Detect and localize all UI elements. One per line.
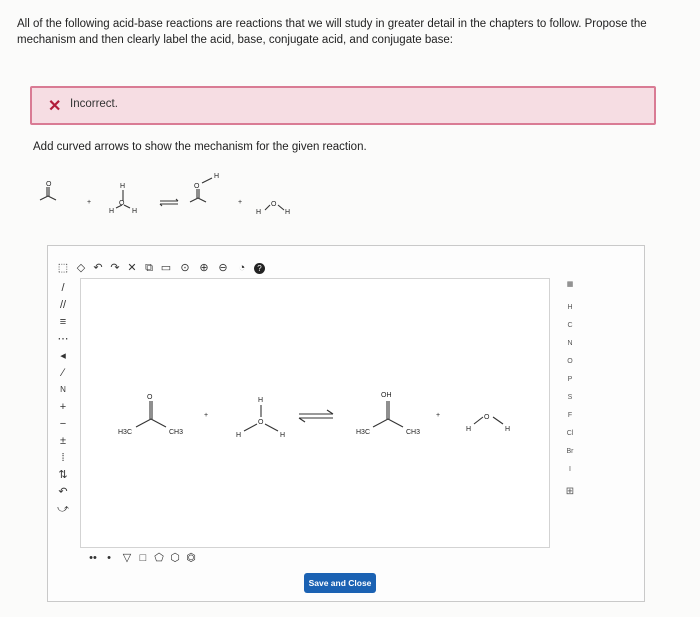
zoom-out-icon[interactable]: ⊖ (216, 262, 230, 274)
lone-pair-tool[interactable]: ⁞ (56, 452, 70, 464)
hydrogen-label[interactable]: H (280, 432, 285, 439)
radical-icon[interactable]: • (102, 552, 116, 564)
select-tool[interactable]: ⬚ (56, 262, 70, 274)
hydrogen-label: H (256, 209, 261, 216)
oxygen-label: O (119, 200, 125, 207)
oxygen-label[interactable]: O (147, 394, 153, 401)
benzene-icon[interactable]: ⏣ (184, 552, 198, 564)
add-element-icon[interactable]: ⊞ (562, 486, 578, 497)
element-c[interactable]: C (562, 322, 578, 329)
result-status: Incorrect. (70, 98, 118, 110)
hydrogen-label[interactable]: H (236, 432, 241, 439)
double-bond-tool[interactable]: // (56, 299, 70, 311)
element-s[interactable]: S (562, 394, 578, 401)
question-instructions: All of the following acid-base reactions… (17, 18, 647, 46)
hydrogen-label[interactable]: H (258, 397, 263, 404)
paste-icon[interactable]: ▭ (159, 262, 173, 274)
bottom-toolbar: •• • ▽ □ ⬠ ⬡ ⏣ (86, 552, 226, 566)
curved-arrow-double-tool[interactable]: ⤻ (56, 503, 70, 515)
element-i[interactable]: I (562, 466, 578, 473)
plus-sign: + (204, 412, 208, 419)
methyl-label[interactable]: CH3 (406, 429, 420, 436)
left-toolbar: / // ≡ ⋯ ◂ ∕ N + − ± ⁞ ⇅ ↶ ⤻ (56, 282, 72, 542)
close-icon: ✕ (48, 98, 62, 115)
cyclobutane-icon[interactable]: □ (136, 552, 150, 564)
chain-tool[interactable]: ∕ (56, 367, 70, 379)
clear-icon[interactable]: ✕ (125, 262, 139, 274)
erase-tool[interactable]: ◇ (74, 262, 88, 274)
element-n[interactable]: N (562, 340, 578, 347)
element-br[interactable]: Br (562, 448, 578, 455)
drawing-canvas[interactable]: H3C CH3 O + H O H H OH H3C CH3 + H O H (80, 278, 550, 548)
redo-icon[interactable]: ↷ (108, 262, 122, 274)
element-p[interactable]: P (562, 376, 578, 383)
single-bond-tool[interactable]: / (56, 282, 70, 294)
wedge-bond-tool[interactable]: ◂ (56, 350, 70, 362)
oxygen-label[interactable]: O (484, 414, 490, 421)
copy-icon[interactable]: ⧉ (142, 262, 156, 274)
save-and-close-button[interactable]: Save and Close (304, 573, 376, 593)
plus-sign: + (238, 199, 242, 206)
electron-arrow-tool[interactable]: ⇅ (56, 469, 70, 481)
hydrogen-label: H (132, 208, 137, 215)
oxygen-label[interactable]: O (258, 419, 264, 426)
zoom-fit-icon[interactable]: ⊙ (178, 262, 192, 274)
methyl-label[interactable]: CH3 (169, 429, 183, 436)
dash-bond-tool[interactable]: ⋯ (56, 333, 70, 345)
methyl-label[interactable]: H3C (356, 429, 370, 436)
lone-pair-icon[interactable]: •• (86, 552, 100, 564)
hydrogen-label: H (285, 209, 290, 216)
curved-arrow-single-tool[interactable]: ↶ (56, 486, 70, 498)
oxygen-label: O (194, 183, 200, 190)
hydrogen-label[interactable]: H (505, 426, 510, 433)
question-prompt: Add curved arrows to show the mechanism … (33, 141, 367, 153)
charge-n-tool[interactable]: N (56, 384, 70, 396)
zoom-in-icon[interactable]: ⊕ (197, 262, 211, 274)
top-toolbar: ⬚ ◇ ↶ ↷ ✕ ⧉ ▭ ⊙ ⊕ ⊖ ◔ ? (54, 262, 304, 278)
minus-charge-tool[interactable]: − (56, 418, 70, 430)
undo-icon[interactable]: ↶ (91, 262, 105, 274)
cyclohexane-icon[interactable]: ⬡ (168, 552, 182, 564)
element-f[interactable]: F (562, 412, 578, 419)
element-h[interactable]: H (562, 304, 578, 311)
hydrogen-label: H (120, 183, 125, 190)
reaction-preview: O + H O H H O H + H O H (39, 173, 290, 216)
cyclopropane-icon[interactable]: ▽ (120, 552, 134, 564)
plus-sign: + (436, 412, 440, 419)
hydrogen-label: H (214, 173, 219, 180)
plus-sign: + (87, 199, 91, 206)
zoom-reset-icon[interactable]: ◔ (235, 262, 249, 274)
oxygen-label: O (271, 201, 277, 208)
oxygen-label: O (46, 181, 52, 188)
element-o[interactable]: O (562, 358, 578, 365)
plus-charge-tool[interactable]: + (56, 401, 70, 413)
element-cl[interactable]: Cl (562, 430, 578, 437)
methyl-label[interactable]: H3C (118, 429, 132, 436)
triple-bond-tool[interactable]: ≡ (56, 316, 70, 328)
oxonium-label[interactable]: OH (381, 392, 392, 399)
help-icon[interactable]: ? (254, 263, 265, 274)
periodic-table-icon[interactable]: ▦ (562, 280, 578, 288)
hydrogen-label[interactable]: H (466, 426, 471, 433)
cyclopentane-icon[interactable]: ⬠ (152, 552, 166, 564)
hydrogen-label: H (109, 208, 114, 215)
radical-tool[interactable]: ± (56, 435, 70, 447)
result-banner: ✕ Incorrect. (30, 86, 656, 125)
